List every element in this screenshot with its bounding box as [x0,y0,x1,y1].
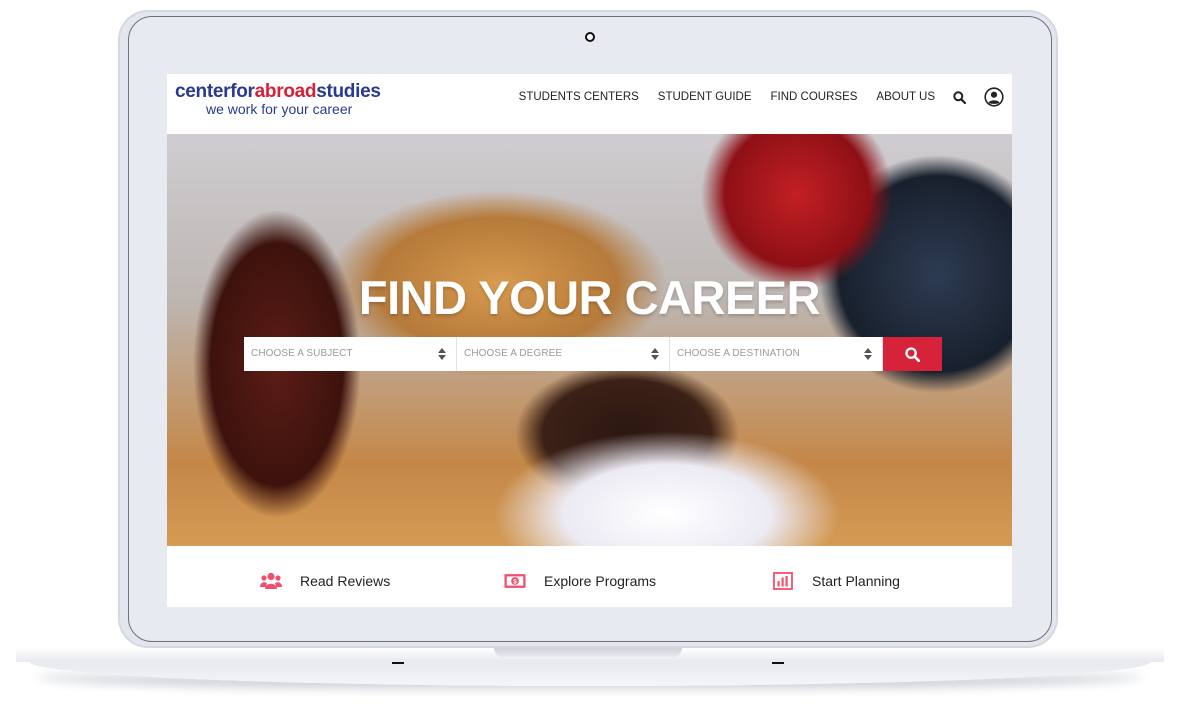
laptop-foot [392,662,404,664]
nav-find-courses[interactable]: FIND COURSES [771,91,858,103]
logo-wordmark: centerforabroadstudies [175,82,381,101]
degree-select[interactable]: CHOOSE A DEGREE [457,337,670,371]
feature-label: Explore Programs [544,573,657,589]
logo-part-3: studies [316,81,381,102]
feature-label: Read Reviews [300,573,391,589]
main-nav: STUDENTS CENTERS STUDENT GUIDE FIND COUR… [500,86,1004,108]
feature-read-reviews[interactable]: Read Reviews [260,572,390,590]
webcam-icon [585,32,595,42]
search-icon[interactable] [953,90,966,104]
people-group-icon [260,572,282,590]
bar-chart-icon [772,572,794,590]
career-search-form: CHOOSE A SUBJECT CHOOSE A DEGREE CHOOSE … [244,337,942,371]
sort-caret-icon [438,348,446,360]
svg-text:$: $ [513,579,517,586]
logo-tagline: we work for your career [206,101,353,117]
laptop-hinge [494,648,682,657]
hero-banner: FIND YOUR CAREER CHOOSE A SUBJECT CHOOSE… [167,134,1012,546]
feature-label: Start Planning [812,573,900,589]
site-header: centerforabroadstudies we work for your … [167,74,1012,134]
feature-start-planning[interactable]: Start Planning [772,572,900,590]
nav-students-centers[interactable]: STUDENTS CENTERS [519,91,639,103]
money-bill-icon: $ [504,572,526,590]
nav-student-guide[interactable]: STUDENT GUIDE [658,91,752,103]
sort-caret-icon [651,348,659,360]
feature-explore-programs[interactable]: $ Explore Programs [504,572,656,590]
subject-select[interactable]: CHOOSE A SUBJECT [244,337,457,371]
laptop-base-shadow [30,662,1150,686]
degree-select-placeholder: CHOOSE A DEGREE [464,348,563,359]
logo-part-2: abroad [254,81,317,102]
search-icon [905,346,920,362]
destination-select-placeholder: CHOOSE A DESTINATION [677,348,800,359]
laptop-foot [772,662,784,664]
sort-caret-icon [864,348,872,360]
website-screen: centerforabroadstudies we work for your … [167,74,1012,607]
destination-select[interactable]: CHOOSE A DESTINATION [670,337,883,371]
logo-part-1: centerfor [175,81,255,102]
subject-select-placeholder: CHOOSE A SUBJECT [251,348,353,359]
hero-title: FIND YOUR CAREER [358,271,821,324]
site-logo[interactable]: centerforabroadstudies we work for your … [175,82,381,116]
user-account-icon[interactable] [984,87,1004,107]
feature-links: Read Reviews $ Explore Programs Start Pl… [167,546,1012,607]
search-button[interactable] [883,337,942,371]
nav-about-us[interactable]: ABOUT US [876,91,935,103]
